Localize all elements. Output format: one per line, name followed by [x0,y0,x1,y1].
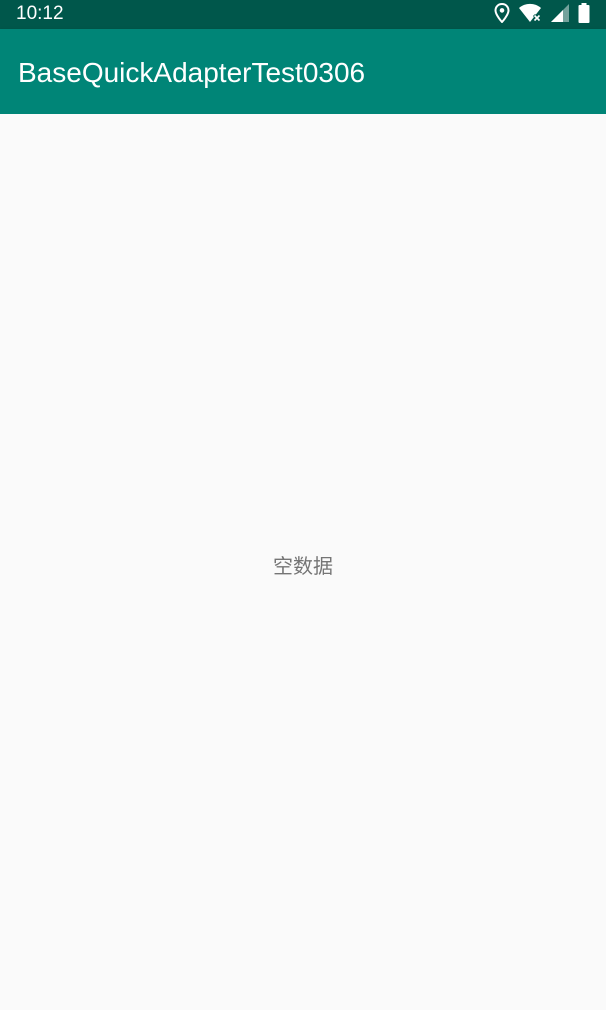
battery-icon [578,3,590,23]
recycler-list[interactable]: 空数据 [0,114,606,1010]
empty-state-text: 空数据 [273,554,333,578]
wifi-icon [518,3,542,23]
status-bar: 10:12 [0,0,606,29]
status-icons [494,2,590,24]
status-time: 10:12 [16,3,64,24]
app-title: BaseQuickAdapterTest0306 [18,57,366,88]
location-icon [494,3,510,23]
signal-icon [550,3,570,23]
app-bar: BaseQuickAdapterTest0306 [0,29,606,114]
